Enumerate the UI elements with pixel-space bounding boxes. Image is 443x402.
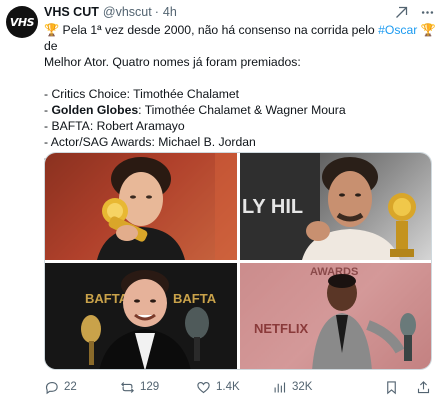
tweet-text-line: - BAFTA: Robert Aramayo (44, 118, 436, 134)
avatar-logo-text: VHS (9, 15, 35, 29)
avatar[interactable]: VHS (6, 6, 38, 38)
like-count: 1.4K (216, 381, 240, 393)
tweet-text-line: - Actor/SAG Awards: Michael B. Jordan (44, 134, 436, 150)
tweet-text-line: Melhor Ator. Quatro nomes já foram premi… (44, 54, 436, 70)
photo-critics-choice[interactable] (45, 153, 237, 260)
like-button[interactable]: 1.4K (196, 380, 240, 395)
text-span: - Critics Choice: Timothée Chalamet (44, 87, 240, 101)
reply-button[interactable]: 22 (44, 380, 77, 395)
text-span: Melhor Ator. Quatro nomes já foram premi… (44, 55, 301, 69)
more-icon[interactable] (419, 4, 435, 20)
backdrop-text: LY HIL (242, 196, 303, 218)
header-actions (393, 4, 435, 20)
bafta-logo-text-1: BAFTA (85, 291, 129, 306)
share-button[interactable] (416, 380, 431, 395)
tweet[interactable]: VHS VHS CUT @vhscut · 4h 🏆 Pela 1ª vez d… (0, 0, 443, 402)
text-span: - BAFTA: Robert Aramayo (44, 119, 185, 133)
repost-icon (121, 381, 134, 393)
tweet-text-line (44, 70, 436, 86)
share-icon (417, 380, 430, 393)
photo-actor-awards[interactable]: AWARDS NETFLIX (240, 263, 431, 369)
repost-button[interactable]: 129 (120, 380, 159, 395)
display-name[interactable]: VHS CUT (44, 5, 99, 19)
heart-icon (197, 381, 210, 393)
reply-icon (45, 381, 58, 394)
tweet-text-line: - Golden Globes: Timothée Chalamet & Wag… (44, 102, 436, 118)
text-span: - Actor/SAG Awards: Michael B. Jordan (44, 135, 256, 149)
views-count: 32K (292, 381, 313, 393)
bookmark-icon (387, 380, 396, 394)
tweet-text: 🏆 Pela 1ª vez desde 2000, não há consens… (44, 22, 436, 166)
media-grid[interactable]: LY HIL BAFTA BAFTA AWARDS NETFLIX (44, 152, 432, 370)
user-handle[interactable]: @vhscut (103, 5, 152, 19)
separator-dot: · (154, 5, 159, 19)
netflix-text: NETFLIX (254, 321, 308, 336)
repost-count: 129 (140, 381, 160, 393)
photo-bafta[interactable]: BAFTA BAFTA (45, 263, 237, 369)
text-span: 🏆 Pela 1ª vez desde 2000, não há consens… (44, 23, 379, 37)
views-button[interactable]: 32K (272, 380, 312, 395)
photo-golden-globes[interactable]: LY HIL (240, 153, 431, 260)
tweet-text-line: 🏆 Pela 1ª vez desde 2000, não há consens… (44, 22, 436, 54)
grok-icon[interactable] (393, 4, 409, 20)
views-icon (274, 382, 286, 392)
tweet-header: VHS CUT @vhscut · 4h (44, 4, 177, 20)
bookmark-button[interactable] (384, 380, 399, 395)
timestamp[interactable]: 4h (163, 5, 177, 19)
bafta-logo-text-2: BAFTA (173, 291, 217, 306)
hashtag-link[interactable]: #Oscar (378, 23, 417, 37)
text-span: : Timothée Chalamet & Wagner Moura (138, 103, 346, 117)
action-bar: 22 129 1.4K 32K (44, 378, 436, 396)
reply-count: 22 (64, 381, 77, 393)
tweet-text-line: - Critics Choice: Timothée Chalamet (44, 86, 436, 102)
bold-text: Golden Globes (51, 103, 139, 117)
